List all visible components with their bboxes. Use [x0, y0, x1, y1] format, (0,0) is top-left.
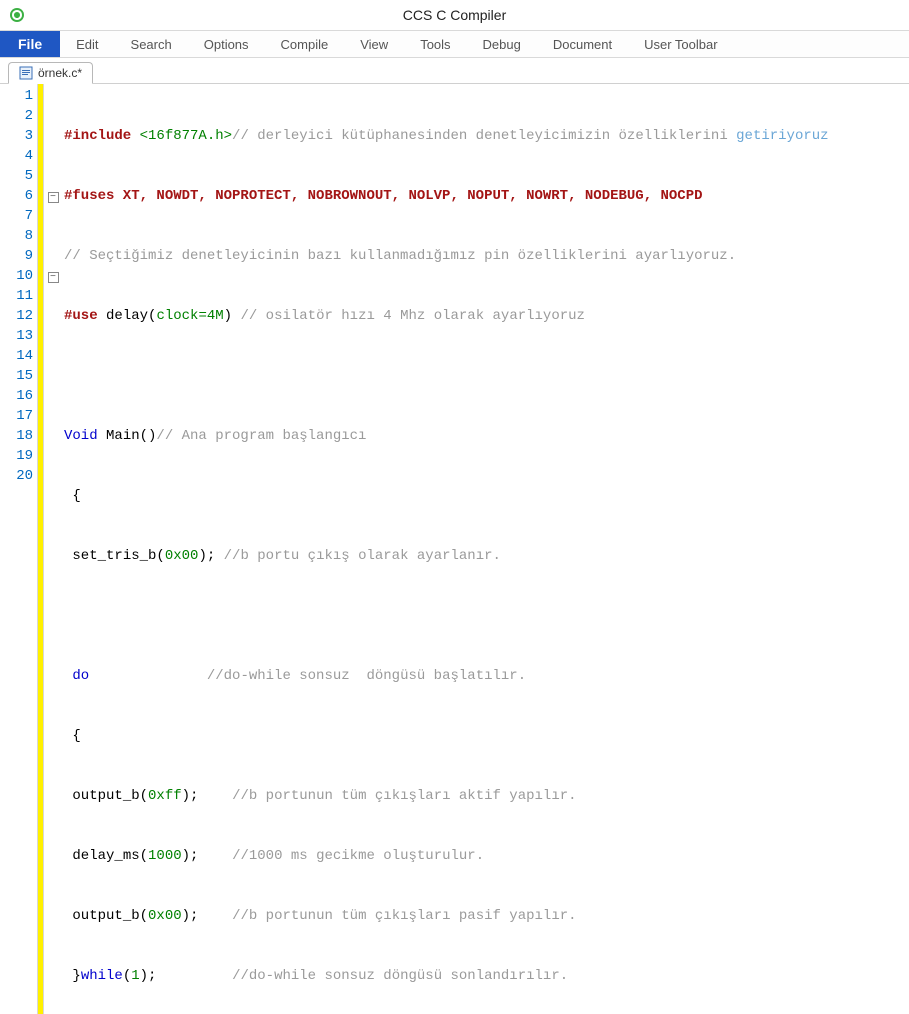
- code-line[interactable]: #fuses XT, NOWDT, NOPROTECT, NOBROWNOUT,…: [64, 186, 909, 206]
- window-title: CCS C Compiler: [34, 7, 901, 23]
- menu-usertoolbar[interactable]: User Toolbar: [628, 31, 733, 57]
- code-line[interactable]: }while(1); //do-while sonsuz döngüsü son…: [64, 966, 909, 986]
- line-number: 2: [0, 106, 33, 126]
- line-number: 14: [0, 346, 33, 366]
- code-editor[interactable]: 1 2 3 4 5 6 7 8 9 10 11 12 13 14 15 16 1…: [0, 84, 909, 1014]
- code-line[interactable]: #include <16f877A.h>// derleyici kütüpha…: [64, 126, 909, 146]
- line-number: 10: [0, 266, 33, 286]
- menu-file[interactable]: File: [0, 31, 60, 57]
- code-line[interactable]: Void Main()// Ana program başlangıcı: [64, 426, 909, 446]
- line-number: 13: [0, 326, 33, 346]
- titlebar: CCS C Compiler: [0, 0, 909, 30]
- line-number: 3: [0, 126, 33, 146]
- line-number: 19: [0, 446, 33, 466]
- fold-toggle-icon[interactable]: −: [48, 272, 59, 283]
- cfile-icon: [19, 66, 33, 80]
- menubar: File Edit Search Options Compile View To…: [0, 30, 909, 58]
- menu-options[interactable]: Options: [188, 31, 265, 57]
- tab-ornek-c[interactable]: örnek.c*: [8, 62, 93, 84]
- tab-label: örnek.c*: [38, 66, 82, 80]
- app-icon: [8, 6, 26, 24]
- code-line[interactable]: // Seçtiğimiz denetleyicinin bazı kullan…: [64, 246, 909, 266]
- code-line[interactable]: delay_ms(1000); //1000 ms gecikme oluştu…: [64, 846, 909, 866]
- line-number: 18: [0, 426, 33, 446]
- line-number: 7: [0, 206, 33, 226]
- line-number: 12: [0, 306, 33, 326]
- menu-document[interactable]: Document: [537, 31, 628, 57]
- code-line[interactable]: [64, 606, 909, 626]
- fold-column: − −: [44, 84, 62, 1014]
- code-line[interactable]: output_b(0x00); //b portunun tüm çıkışla…: [64, 906, 909, 926]
- code-line[interactable]: output_b(0xff); //b portunun tüm çıkışla…: [64, 786, 909, 806]
- line-number: 1: [0, 86, 33, 106]
- code-line[interactable]: {: [64, 486, 909, 506]
- fold-toggle-icon[interactable]: −: [48, 192, 59, 203]
- line-number: 4: [0, 146, 33, 166]
- menu-view[interactable]: View: [344, 31, 404, 57]
- menu-debug[interactable]: Debug: [467, 31, 537, 57]
- line-number: 8: [0, 226, 33, 246]
- line-number: 9: [0, 246, 33, 266]
- code-line[interactable]: #use delay(clock=4M) // osilatör hızı 4 …: [64, 306, 909, 326]
- menu-search[interactable]: Search: [115, 31, 188, 57]
- menu-edit[interactable]: Edit: [60, 31, 114, 57]
- line-number-gutter: 1 2 3 4 5 6 7 8 9 10 11 12 13 14 15 16 1…: [0, 84, 38, 1014]
- line-number: 16: [0, 386, 33, 406]
- line-number: 15: [0, 366, 33, 386]
- line-number: 17: [0, 406, 33, 426]
- code-line[interactable]: do //do-while sonsuz döngüsü başlatılır.: [64, 666, 909, 686]
- code-line[interactable]: {: [64, 726, 909, 746]
- menu-compile[interactable]: Compile: [265, 31, 345, 57]
- line-number: 20: [0, 466, 33, 486]
- menu-tools[interactable]: Tools: [404, 31, 466, 57]
- line-number: 5: [0, 166, 33, 186]
- code-line[interactable]: set_tris_b(0x00); //b portu çıkış olarak…: [64, 546, 909, 566]
- code-line[interactable]: [64, 366, 909, 386]
- line-number: 6: [0, 186, 33, 206]
- tabstrip: örnek.c*: [0, 58, 909, 84]
- line-number: 11: [0, 286, 33, 306]
- code-area[interactable]: #include <16f877A.h>// derleyici kütüpha…: [62, 84, 909, 1014]
